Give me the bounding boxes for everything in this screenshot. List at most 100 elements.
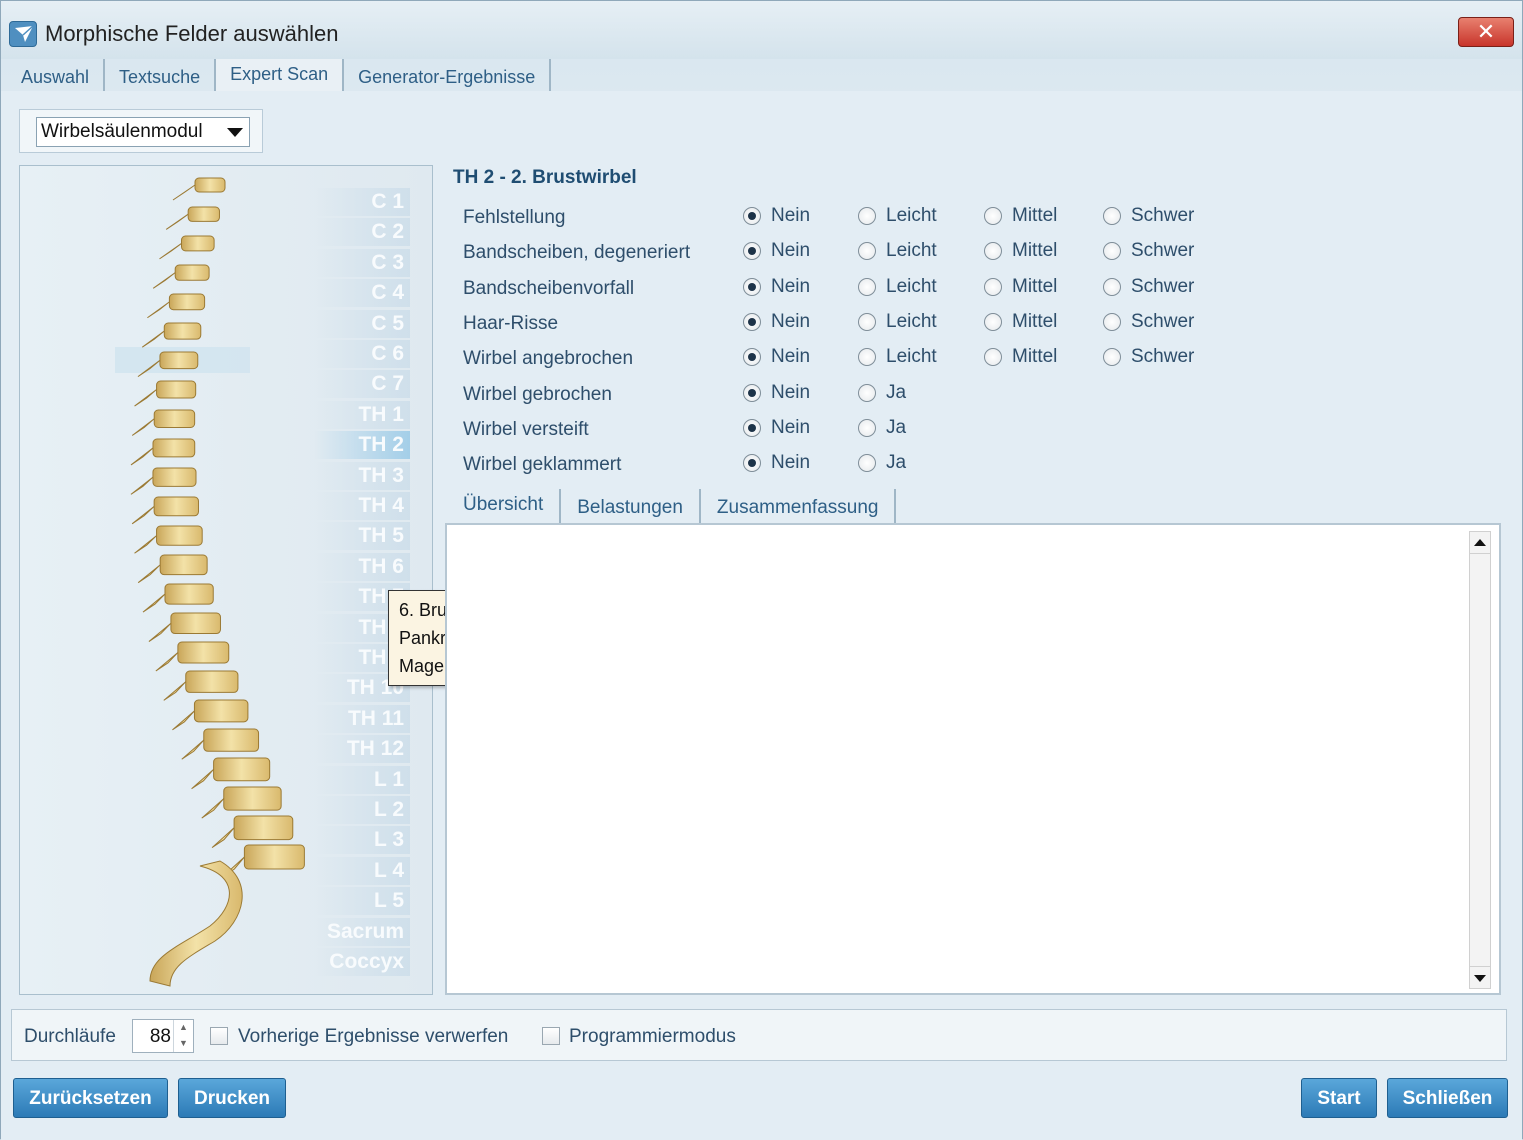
radio-button[interactable] — [984, 312, 1002, 331]
radio-option-leicht[interactable]: Leicht — [858, 311, 937, 333]
durchlaeufe-stepper[interactable]: 88 ▲ ▼ — [132, 1019, 194, 1053]
radio-option-schwer[interactable]: Schwer — [1103, 276, 1194, 298]
vertebra-label[interactable]: TH 12 — [314, 735, 410, 764]
vertebra-label[interactable]: C 1 — [314, 188, 410, 216]
radio-button[interactable] — [984, 277, 1002, 296]
radio-option-schwer[interactable]: Schwer — [1103, 346, 1194, 368]
vertebra-label[interactable]: Coccyx — [314, 948, 410, 976]
vertebra-label[interactable]: TH 11 — [314, 704, 410, 733]
radio-button[interactable] — [858, 454, 876, 473]
radio-option-nein[interactable]: Nein — [743, 276, 810, 298]
radio-option-leicht[interactable]: Leicht — [858, 240, 937, 262]
radio-option-ja[interactable]: Ja — [858, 452, 906, 474]
tab-generator-ergebnisse[interactable]: Generator-Ergebnisse — [344, 59, 552, 91]
radio-option-mittel[interactable]: Mittel — [984, 205, 1057, 227]
reset-button[interactable]: Zurücksetzen — [13, 1078, 168, 1118]
radio-button[interactable] — [1103, 277, 1121, 296]
discard-results-checkbox[interactable] — [210, 1027, 228, 1045]
vertebra-label[interactable]: L 4 — [314, 856, 410, 885]
radio-button[interactable] — [858, 418, 876, 437]
programming-mode-checkbox[interactable] — [542, 1027, 560, 1045]
vertebra-label[interactable]: Sacrum — [314, 917, 410, 946]
stepper-up-icon[interactable]: ▲ — [174, 1020, 193, 1036]
radio-button[interactable] — [1103, 207, 1121, 225]
radio-button[interactable] — [984, 242, 1002, 261]
radio-button[interactable] — [743, 207, 761, 225]
radio-button[interactable] — [1103, 312, 1121, 331]
radio-button[interactable] — [743, 242, 761, 261]
vertebra-label[interactable]: L 2 — [314, 796, 410, 824]
radio-option-mittel[interactable]: Mittel — [984, 276, 1057, 298]
radio-button[interactable] — [858, 277, 876, 296]
radio-label: Mittel — [1012, 310, 1058, 332]
radio-option-schwer[interactable]: Schwer — [1103, 240, 1194, 262]
radio-option-nein[interactable]: Nein — [743, 205, 810, 227]
radio-button[interactable] — [743, 418, 761, 437]
start-button[interactable]: Start — [1301, 1078, 1377, 1118]
radio-button[interactable] — [743, 348, 761, 367]
radio-label: Ja — [886, 381, 907, 403]
tab-uebersicht[interactable]: Übersicht — [447, 489, 562, 523]
radio-option-schwer[interactable]: Schwer — [1103, 311, 1194, 333]
print-button[interactable]: Drucken — [178, 1078, 286, 1118]
radio-button[interactable] — [858, 383, 876, 402]
radio-button[interactable] — [858, 348, 876, 367]
radio-button[interactable] — [858, 242, 876, 261]
radio-button[interactable] — [858, 207, 876, 225]
vertebra-label[interactable]: L 1 — [314, 765, 410, 794]
tab-expert-scan[interactable]: Expert Scan — [216, 59, 345, 91]
vertebra-label[interactable]: C 5 — [314, 309, 410, 338]
close-button[interactable]: Schließen — [1387, 1078, 1508, 1118]
radio-option-ja[interactable]: Ja — [858, 417, 906, 439]
tab-zusammenfassung[interactable]: Zusammenfassung — [701, 489, 897, 523]
radio-option-nein[interactable]: Nein — [743, 417, 810, 439]
radio-button[interactable] — [984, 348, 1002, 367]
radio-button[interactable] — [858, 312, 876, 331]
radio-option-leicht[interactable]: Leicht — [858, 205, 937, 227]
radio-option-mittel[interactable]: Mittel — [984, 311, 1057, 333]
radio-option-mittel[interactable]: Mittel — [984, 240, 1057, 262]
tab-auswahl[interactable]: Auswahl — [7, 59, 106, 91]
vertebra-label[interactable]: TH 1 — [314, 400, 410, 429]
radio-option-leicht[interactable]: Leicht — [858, 276, 937, 298]
radio-label: Nein — [771, 275, 811, 297]
tab-belastungen[interactable]: Belastungen — [561, 489, 701, 523]
vertebra-label[interactable]: C 7 — [314, 370, 410, 399]
radio-button[interactable] — [1103, 348, 1121, 367]
tab-textsuche[interactable]: Textsuche — [105, 59, 217, 91]
vertebra-label[interactable]: C 4 — [314, 279, 410, 308]
vertical-scrollbar[interactable] — [1469, 531, 1491, 989]
vertebra-label[interactable]: L 5 — [314, 887, 410, 916]
vertebra-label[interactable]: C 3 — [314, 248, 410, 277]
stepper-down-icon[interactable]: ▼ — [174, 1036, 193, 1052]
radio-button[interactable] — [743, 383, 761, 402]
close-icon[interactable]: ✕ — [1458, 17, 1514, 47]
module-select[interactable]: Wirbelsäulenmodul — [36, 117, 250, 147]
radio-button[interactable] — [743, 454, 761, 473]
vertebra-label[interactable]: C 2 — [314, 218, 410, 247]
radio-option-ja[interactable]: Ja — [858, 382, 906, 404]
radio-option-nein[interactable]: Nein — [743, 452, 810, 474]
radio-button[interactable] — [984, 207, 1002, 225]
vertebra-label[interactable]: C 6 — [314, 340, 410, 368]
scroll-down-icon[interactable] — [1470, 966, 1490, 988]
vertebra-label[interactable]: TH 6 — [314, 552, 410, 581]
vertebra-label[interactable]: L 3 — [314, 826, 410, 855]
radio-label: Schwer — [1131, 346, 1195, 368]
radio-button[interactable] — [743, 312, 761, 331]
vertebra-label[interactable]: TH 5 — [314, 522, 410, 551]
radio-option-schwer[interactable]: Schwer — [1103, 205, 1194, 227]
vertebra-label[interactable]: TH 3 — [314, 461, 410, 490]
radio-button[interactable] — [743, 277, 761, 296]
radio-option-nein[interactable]: Nein — [743, 382, 810, 404]
vertebra-label[interactable]: TH 4 — [314, 492, 410, 520]
radio-option-nein[interactable]: Nein — [743, 240, 810, 262]
overview-textarea[interactable] — [445, 523, 1501, 995]
scroll-up-icon[interactable] — [1470, 532, 1490, 554]
radio-option-mittel[interactable]: Mittel — [984, 346, 1057, 368]
radio-option-nein[interactable]: Nein — [743, 346, 810, 368]
vertebra-label[interactable]: TH 2 — [314, 431, 410, 460]
radio-option-leicht[interactable]: Leicht — [858, 346, 937, 368]
radio-option-nein[interactable]: Nein — [743, 311, 810, 333]
radio-button[interactable] — [1103, 242, 1121, 261]
